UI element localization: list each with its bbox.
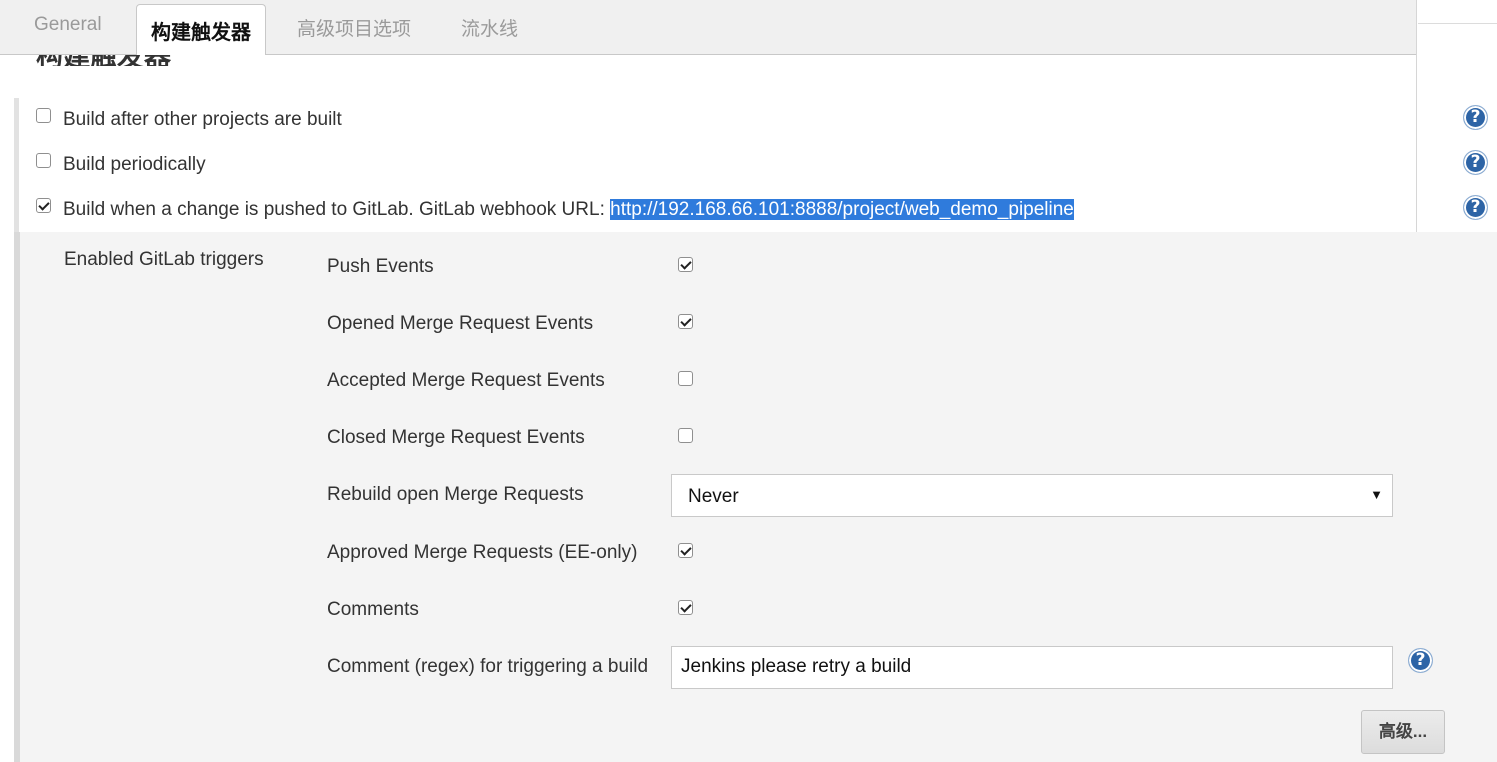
build-periodically-label: Build periodically <box>63 154 206 175</box>
help-icon[interactable]: ? <box>1463 105 1488 130</box>
comments-label: Comments <box>327 599 419 620</box>
approved-mr-checkbox[interactable] <box>678 543 693 558</box>
advanced-button[interactable]: 高级... <box>1361 710 1445 754</box>
build-on-gitlab-push-checkbox[interactable] <box>36 198 51 213</box>
build-on-gitlab-push-label: Build when a change is pushed to GitLab.… <box>63 199 1074 221</box>
tab-build-triggers[interactable]: 构建触发器 <box>136 4 266 55</box>
accepted-mr-events-checkbox[interactable] <box>678 371 693 386</box>
rebuild-open-mr-select[interactable]: Never ▼ <box>671 474 1393 517</box>
tab-pipeline[interactable]: 流水线 <box>461 14 518 41</box>
rebuild-open-mr-label: Rebuild open Merge Requests <box>327 484 584 505</box>
build-periodically-checkbox[interactable] <box>36 153 51 168</box>
build-after-other-projects-checkbox[interactable] <box>36 108 51 123</box>
opened-mr-events-label: Opened Merge Request Events <box>327 313 594 334</box>
comment-regex-input[interactable]: Jenkins please retry a build <box>671 646 1393 689</box>
tab-bar: General 构建触发器 高级项目选项 流水线 <box>0 0 1416 55</box>
comment-regex-label: Comment (regex) for triggering a build <box>327 656 649 677</box>
approved-mr-label: Approved Merge Requests (EE-only) <box>327 542 638 563</box>
nested-indent-bar <box>14 232 20 762</box>
tab-general[interactable]: General <box>34 14 102 36</box>
accepted-mr-events-label: Accepted Merge Request Events <box>327 370 605 391</box>
help-icon[interactable]: ? <box>1408 648 1433 673</box>
comments-checkbox[interactable] <box>678 600 693 615</box>
closed-mr-events-label: Closed Merge Request Events <box>327 427 585 448</box>
rebuild-open-mr-value: Never <box>688 486 739 507</box>
help-icon[interactable]: ? <box>1463 195 1488 220</box>
build-after-other-projects-label: Build after other projects are built <box>63 109 342 130</box>
help-icon[interactable]: ? <box>1463 150 1488 175</box>
dropdown-arrow-icon: ▼ <box>1370 487 1383 502</box>
webhook-url: http://192.168.66.101:8888/project/web_d… <box>610 199 1074 220</box>
closed-mr-events-checkbox[interactable] <box>678 428 693 443</box>
opened-mr-events-checkbox[interactable] <box>678 314 693 329</box>
divider <box>1418 23 1497 24</box>
push-events-label: Push Events <box>327 256 434 277</box>
push-events-checkbox[interactable] <box>678 257 693 272</box>
enabled-gitlab-triggers-label: Enabled GitLab triggers <box>64 249 264 270</box>
gitlab-push-text: Build when a change is pushed to GitLab.… <box>63 199 605 220</box>
tab-advanced-project-options[interactable]: 高级项目选项 <box>297 14 411 41</box>
